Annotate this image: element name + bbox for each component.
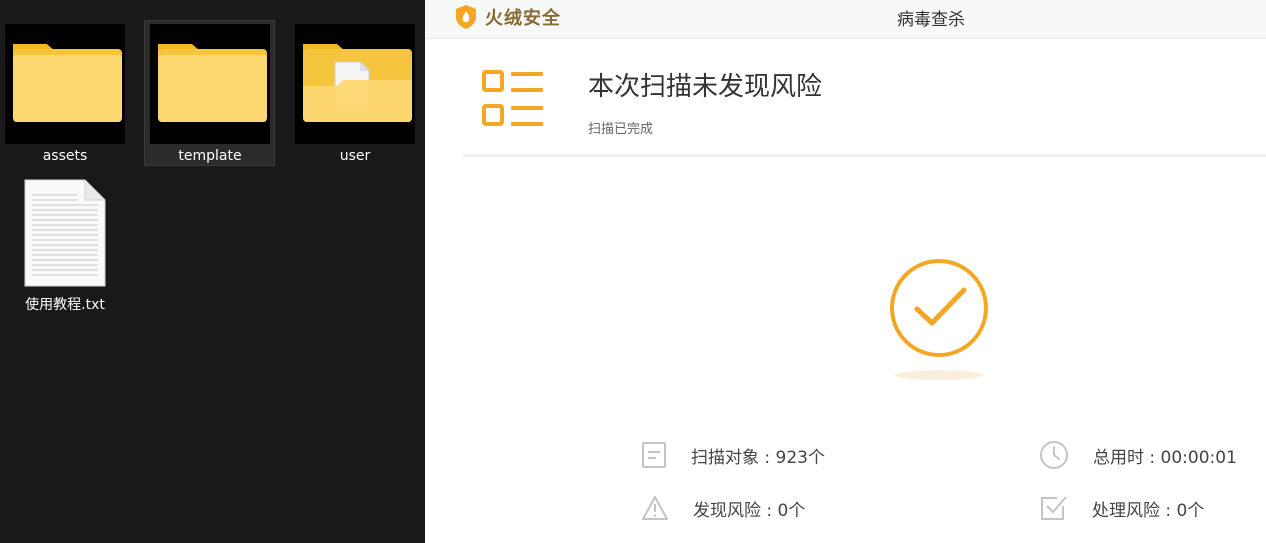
stat-total-time: 总用时 : 00:00:01 [1039,441,1237,469]
warning-icon [642,496,668,520]
document-icon [642,442,666,468]
text-file-icon [24,179,106,291]
folder-icon [5,24,125,144]
stat-handled-text: 处理风险 : 0个 [1092,500,1205,521]
divider [463,154,1266,157]
title-bar[interactable]: 火绒安全 病毒查杀 [425,0,1266,39]
scan-result-subtitle: 扫描已完成 [588,122,654,137]
file-item-label: user [339,148,371,164]
icon-shadow [895,370,983,380]
stat-total-time-text: 总用时 : 00:00:01 [1093,447,1237,468]
huorong-logo-icon [456,5,476,29]
scan-result-title: 本次扫描未发现风险 [588,72,823,102]
stat-scanned-objects: 扫描对象 : 923个 [641,441,825,469]
check-circle-icon [887,256,991,364]
clock-icon [1040,441,1068,469]
window-title: 病毒查杀 [897,10,965,30]
stat-found-text: 发现风险 : 0个 [693,500,806,521]
stat-scanned-text: 扫描对象 : 923个 [691,447,825,468]
antivirus-window: 火绒安全 病毒查杀 本次扫描未发现风险 扫描已完成 扫描对象: 923个 总用… [425,0,1266,543]
file-item-user[interactable]: user [290,21,420,165]
file-item-tutorial-txt[interactable]: 使用教程.txt [0,176,130,320]
file-item-label: template [178,148,242,164]
stat-handled-risks: 处理风险 : 0个 [1040,494,1204,522]
file-item-assets[interactable]: assets [0,21,130,165]
folder-icon [150,24,270,144]
brand: 火绒安全 [455,3,561,31]
file-item-label: assets [42,148,88,164]
file-explorer-pane: assets template user 使用教程.txt [0,0,425,543]
stat-found-risks: 发现风险 : 0个 [641,494,805,522]
checkbox-icon [1041,496,1067,520]
file-item-label: 使用教程.txt [25,297,105,313]
brand-name: 火绒安全 [485,8,561,29]
scan-report-icon [481,66,545,136]
folder-with-file-icon [295,24,415,144]
file-item-template[interactable]: template [144,20,275,166]
